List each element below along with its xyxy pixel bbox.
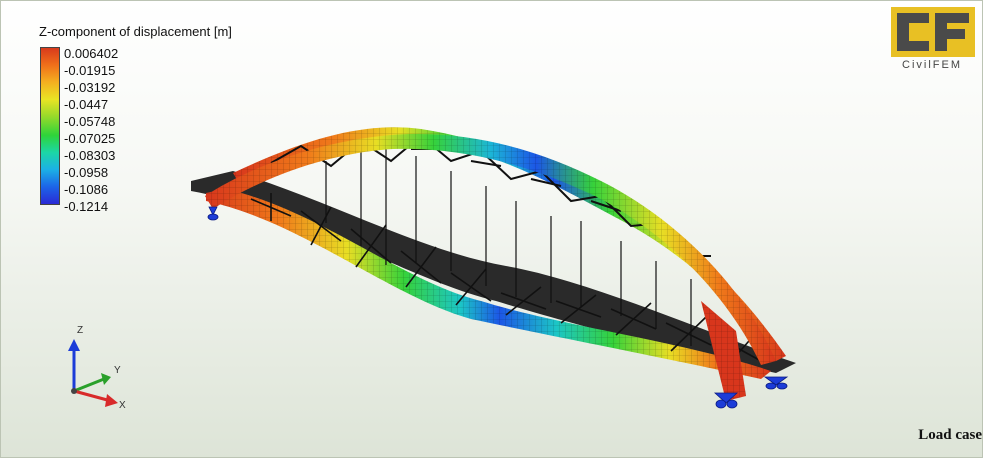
z-axis-label: Z xyxy=(77,325,83,336)
legend-value: 0.006402 xyxy=(64,46,119,61)
x-axis-label: X xyxy=(119,400,126,411)
bridge-model: Z Y X xyxy=(68,127,796,411)
legend-title: Z-component of displacement [m] xyxy=(39,24,232,39)
legend-value: -0.01915 xyxy=(64,63,116,78)
legend-value: -0.0447 xyxy=(64,97,109,112)
legend-values: 0.006402 -0.01915 -0.03192 -0.0447 -0.05… xyxy=(64,45,118,215)
color-scale-bar xyxy=(40,47,60,205)
3d-viewport[interactable]: Z Y X xyxy=(1,1,983,459)
axis-triad: Z Y X xyxy=(68,325,126,411)
legend-value: -0.0958 xyxy=(64,165,109,180)
legend-value: -0.03192 xyxy=(64,80,116,95)
legend-value: -0.1214 xyxy=(64,199,109,214)
logo-text: CivilFEM xyxy=(902,59,962,71)
legend-value: -0.1086 xyxy=(64,182,109,197)
y-axis-label: Y xyxy=(114,365,121,376)
legend-value: -0.07025 xyxy=(64,131,116,146)
cf-logo-icon xyxy=(891,7,975,57)
legend-value: -0.05748 xyxy=(64,114,116,129)
load-case-label: Load case xyxy=(918,427,982,443)
civilfem-logo: CivilFEM xyxy=(888,7,978,75)
legend-value: -0.08303 xyxy=(64,148,116,163)
